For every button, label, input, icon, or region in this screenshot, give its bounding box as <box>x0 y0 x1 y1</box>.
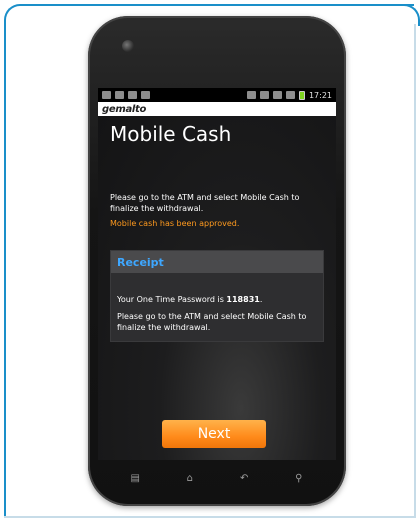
approved-status: Mobile cash has been approved. <box>110 219 240 228</box>
back-icon[interactable]: ↶ <box>237 473 251 484</box>
receipt-panel: Receipt Your One Time Password is 118831… <box>110 250 324 342</box>
signal-icon <box>285 91 295 99</box>
frame-right-edge <box>414 24 416 518</box>
mute-icon <box>259 91 269 99</box>
otp-prefix: Your One Time Password is <box>117 295 227 304</box>
hardware-navbar: ▤ ⌂ ↶ ⚲ <box>108 468 326 488</box>
instruction-text: Please go to the ATM and select Mobile C… <box>110 193 300 213</box>
brand-logo: gemalto <box>102 103 147 115</box>
otp-suffix: . <box>259 295 263 304</box>
next-button[interactable]: Next <box>162 420 266 448</box>
bluetooth-icon <box>246 91 256 99</box>
receipt-header: Receipt <box>111 251 323 273</box>
brand-bar: gemalto <box>98 102 336 116</box>
usb-icon <box>141 91 150 99</box>
page-title: Mobile Cash <box>110 122 232 146</box>
wifi-icon <box>272 91 282 99</box>
battery-icon <box>298 90 305 100</box>
status-time: 17:21 <box>308 90 332 100</box>
search-icon[interactable]: ⚲ <box>292 473 306 484</box>
otp-value: 118831 <box>226 295 260 304</box>
app-content: Mobile Cash Please go to the ATM and sel… <box>98 116 336 460</box>
menu-icon[interactable]: ▤ <box>128 473 142 484</box>
mail-icon <box>115 91 124 99</box>
frame-bottom-edge <box>4 516 414 518</box>
phone-device: 17:21 gemalto Mobile Cash Please go to t… <box>88 16 346 506</box>
otp-line: Your One Time Password is 118831. <box>117 295 262 304</box>
camera-icon <box>122 40 134 52</box>
home-icon[interactable]: ⌂ <box>183 473 197 484</box>
receipt-title: Receipt <box>117 255 164 269</box>
status-bar: 17:21 <box>98 88 336 102</box>
receipt-message: Please go to the ATM and select Mobile C… <box>117 312 307 332</box>
phone-screen: 17:21 gemalto Mobile Cash Please go to t… <box>98 88 336 460</box>
message-icon <box>128 91 137 99</box>
notification-icon <box>102 91 111 99</box>
frame-corner <box>398 4 420 26</box>
